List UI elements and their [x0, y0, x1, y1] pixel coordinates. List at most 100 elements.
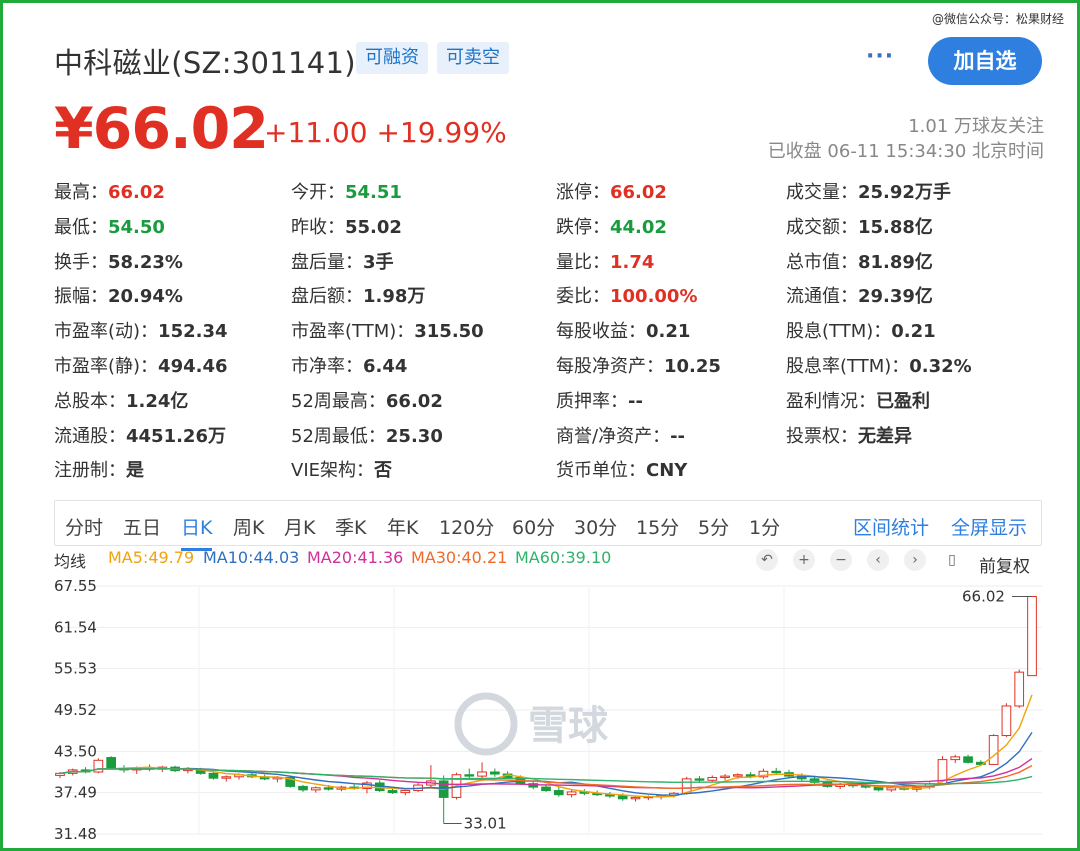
stat-label: 股息(TTM)：	[786, 321, 892, 343]
period-tab[interactable]: 日K	[181, 513, 213, 551]
stat-label: 盘后量：	[291, 251, 363, 273]
ma-value: MA10:44.03	[203, 548, 300, 567]
period-tab[interactable]: 30分	[574, 513, 617, 540]
stat-item: 市盈率(TTM)：315.50	[291, 317, 484, 343]
ma-value: MA30:40.21	[411, 548, 508, 567]
stat-value: 1.74	[610, 251, 655, 273]
stat-item: 跌停：44.02	[556, 213, 667, 239]
stat-value: 54.51	[345, 182, 402, 203]
stat-item: 昨收：55.02	[291, 213, 402, 239]
stat-value: 1.24亿	[126, 390, 189, 412]
stat-label: 注册制：	[54, 460, 126, 482]
stat-item: 盘后量：3手	[291, 248, 394, 274]
stat-label: 换手：	[54, 251, 108, 273]
stat-value: 1.98万	[363, 286, 426, 308]
candle-body	[541, 786, 551, 792]
ma-legend: 均线 ↶ + − ‹ › ▯ 前复权 MA5:49.79 MA10:44.03 MA…	[54, 548, 1044, 577]
stat-value: 15.88亿	[858, 216, 933, 238]
period-tab[interactable]: 季K	[335, 513, 366, 540]
stat-value: 0.21	[891, 321, 936, 343]
kline-chart[interactable]: 雪球 67.55 61.54 55.53 49.52 43.50 37.49 31.48 66.…	[54, 576, 1042, 846]
y-axis-label: 37.49	[54, 784, 97, 802]
adjust-select[interactable]: 前复权	[979, 552, 1030, 577]
watermark-logo-icon	[454, 692, 518, 756]
price-row: ¥66.02 +11.00 +19.99% 1.01 万球友关注 已收盘 06-…	[54, 96, 1044, 162]
stat-value: 否	[374, 460, 392, 482]
y-axis-label: 67.55	[54, 577, 97, 595]
period-tab[interactable]: 年K	[387, 513, 418, 540]
stat-item: 今开：54.51	[291, 178, 402, 204]
candle-body	[707, 776, 718, 781]
stat-value: CNY	[646, 460, 688, 482]
stat-label: VIE架构：	[291, 460, 374, 482]
stat-value: 无差异	[858, 425, 912, 447]
stat-label: 质押率：	[556, 390, 628, 412]
candle-body	[694, 778, 705, 781]
stat-item: 投票权：无差异	[786, 422, 912, 448]
period-tab[interactable]: 5分	[698, 513, 729, 540]
candle-body	[323, 787, 334, 790]
add-watchlist-button[interactable]: 加自选	[928, 37, 1042, 85]
period-tab[interactable]: 五日	[123, 513, 161, 540]
period-tab[interactable]: 周K	[233, 513, 264, 540]
candle-body	[553, 790, 564, 796]
candle-body	[489, 771, 500, 775]
stat-value: 25.30	[385, 425, 443, 447]
stat-item: 每股净资产：10.25	[556, 352, 721, 378]
stat-label: 总市值：	[786, 251, 858, 273]
stat-label: 跌停：	[556, 216, 610, 238]
y-axis-label: 61.54	[54, 618, 97, 636]
stat-value: 100.00%	[610, 286, 698, 308]
follower-count: 1.01 万球友关注	[908, 116, 1044, 137]
stat-label: 市盈率(动)：	[54, 321, 159, 343]
stat-item: 商誉/净资产：--	[556, 422, 685, 448]
period-tab[interactable]: 分时	[65, 513, 103, 540]
stat-value: 25.92万手	[858, 182, 951, 203]
margin-tag[interactable]: 可融资	[356, 42, 428, 74]
period-tab[interactable]: 120分	[439, 513, 494, 540]
stat-value: 55.02	[345, 216, 402, 238]
stat-label: 委比：	[556, 286, 610, 308]
stat-value: 0.21	[646, 321, 691, 343]
current-price: ¥66.02	[54, 96, 269, 162]
wechat-watermark: @微信公众号：松果财经	[931, 12, 1064, 26]
candle-body	[988, 735, 999, 765]
stat-label: 昨收：	[291, 216, 345, 238]
candle-body	[106, 757, 117, 770]
stat-item: 流通值：29.39亿	[786, 282, 933, 308]
candle-body	[400, 790, 411, 794]
range-stats-link[interactable]: 区间统计	[853, 513, 929, 540]
more-options-button[interactable]: ···	[866, 44, 894, 69]
zoom-in-icon[interactable]: +	[793, 549, 815, 571]
fullscreen-link[interactable]: 全屏显示	[951, 513, 1027, 540]
period-tabs: 区间统计 全屏显示 分时 五日 日K 周K 月K 季K 年K 120分 60分 30分 15分 5分 1…	[54, 500, 1042, 551]
stat-item: 最低：54.50	[54, 213, 165, 239]
next-icon[interactable]: ›	[904, 549, 926, 571]
stat-item: 股息(TTM)：0.21	[786, 317, 936, 343]
prev-icon[interactable]: ‹	[867, 549, 889, 571]
period-tab[interactable]: 月K	[284, 513, 315, 540]
stat-label: 最低：	[54, 216, 108, 238]
stat-item: 市净率：6.44	[291, 352, 407, 378]
period-tab[interactable]: 1分	[749, 513, 780, 540]
period-tab[interactable]: 15分	[636, 513, 679, 540]
ma-value: MA5:49.79	[108, 548, 195, 567]
stat-item: VIE架构：否	[291, 456, 392, 482]
candle-body	[950, 756, 961, 761]
stat-item: 货币单位：CNY	[556, 456, 687, 482]
candle-body	[873, 786, 884, 791]
stat-item: 市盈率(静)：494.46	[54, 352, 228, 378]
stat-value: 4451.26万	[126, 425, 226, 447]
stat-label: 货币单位：	[556, 460, 646, 482]
stat-value: 81.89亿	[858, 251, 933, 273]
stat-label: 市净率：	[291, 356, 363, 377]
period-tab[interactable]: 60分	[512, 513, 555, 540]
undo-icon[interactable]: ↶	[756, 549, 778, 571]
stat-item: 成交量：25.92万手	[786, 178, 951, 204]
zoom-out-icon[interactable]: −	[830, 549, 852, 571]
short-sell-tag[interactable]: 可卖空	[437, 42, 509, 74]
candle-body	[464, 774, 475, 777]
stat-label: 每股净资产：	[556, 356, 664, 377]
candle-body	[963, 756, 973, 763]
candle-icon[interactable]: ▯	[941, 549, 963, 571]
